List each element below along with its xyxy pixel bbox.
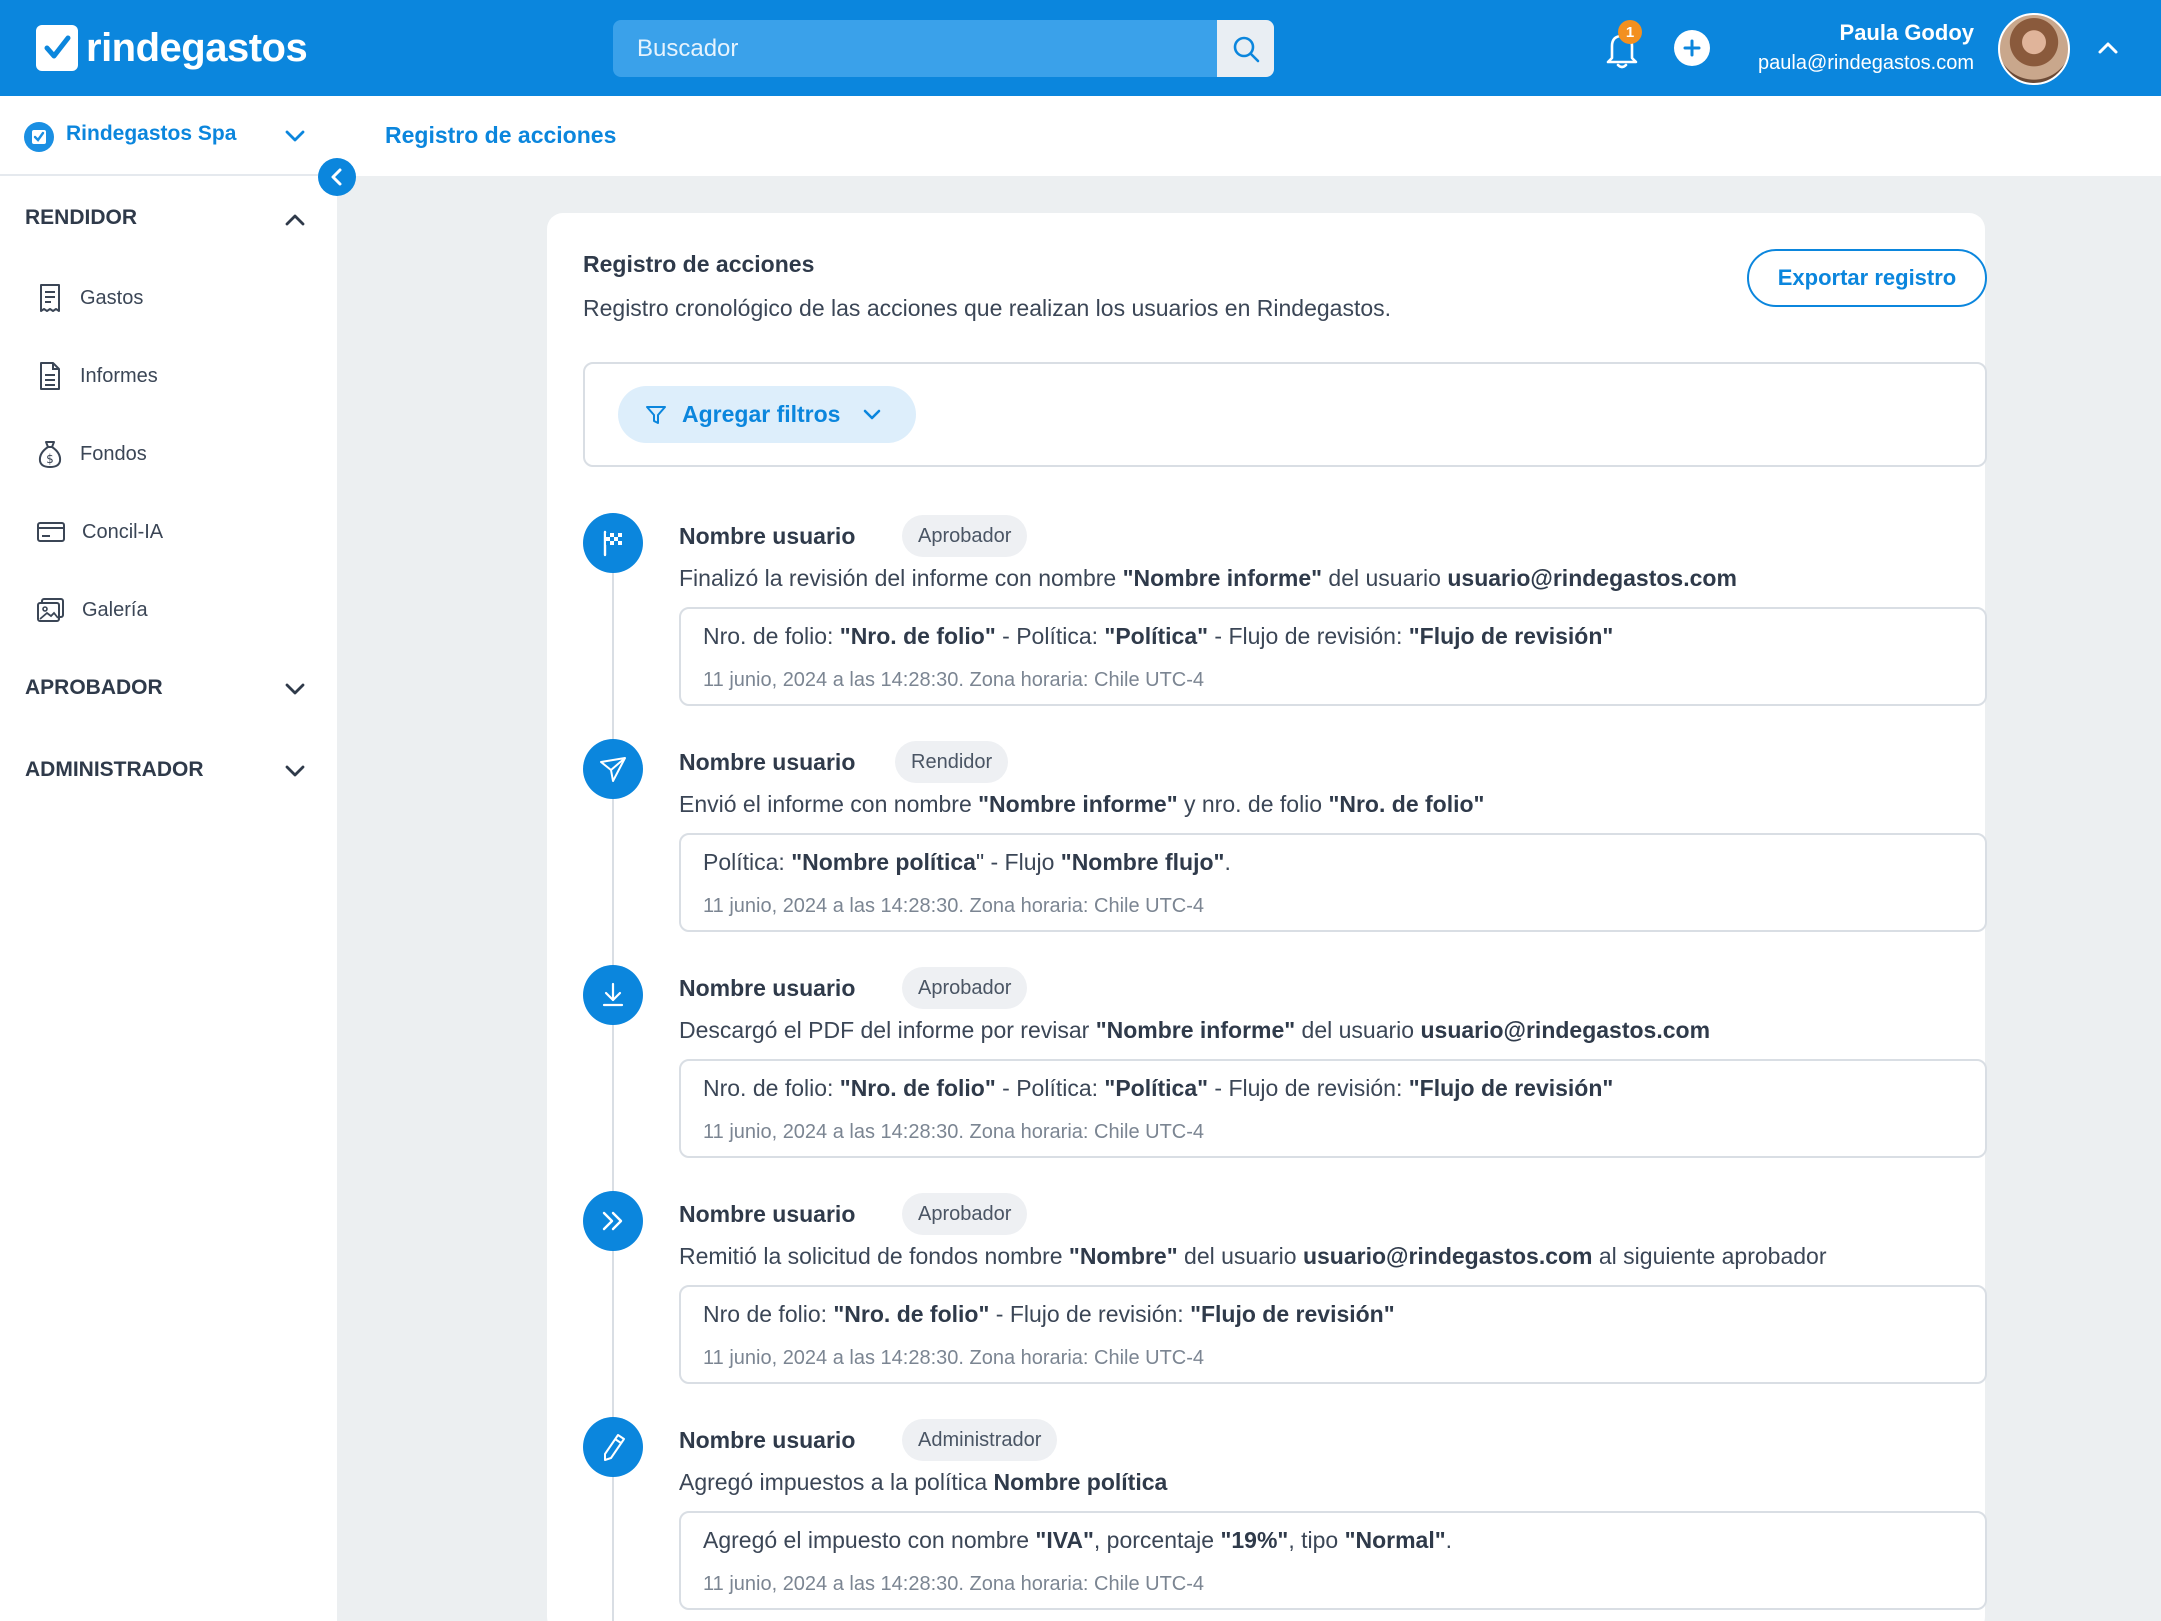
company-logo-icon: [24, 122, 54, 152]
entry-description: Agregó impuestos a la política Nombre po…: [679, 1469, 1168, 1495]
entry-user-name: Nombre usuario: [679, 523, 856, 549]
chevron-up-icon[interactable]: [2095, 36, 2121, 60]
section-aprobador[interactable]: APROBADOR: [25, 676, 163, 700]
export-button[interactable]: Exportar registro: [1747, 249, 1987, 307]
sidebar-item-gastos[interactable]: Gastos: [36, 278, 143, 318]
timeline-entry: Nombre usuario Aprobador Finalizó la revis…: [583, 513, 1987, 713]
double-chevron-right-icon: [583, 1191, 643, 1251]
sidebar-collapse-button[interactable]: [318, 158, 356, 196]
entry-user-name: Nombre usuario: [679, 749, 856, 775]
entry-user-name: Nombre usuario: [679, 975, 856, 1001]
entry-detail-box: Agregó el impuesto con nombre "IVA", por…: [679, 1511, 1987, 1610]
add-filters-label: Agregar filtros: [682, 401, 841, 427]
notification-badge: 1: [1618, 20, 1642, 44]
search-button[interactable]: [1217, 20, 1274, 77]
role-badge: Aprobador: [902, 1193, 1028, 1235]
activity-log-card: Registro de acciones Registro cronológic…: [547, 213, 1987, 1621]
page-header: Registro de acciones: [337, 96, 2161, 176]
entry-timestamp: 11 junio, 2024 a las 14:28:30. Zona hora…: [703, 1347, 1205, 1369]
add-filters-button[interactable]: Agregar filtros: [618, 386, 916, 443]
receipt-icon: [40, 284, 60, 312]
entry-detail: Nro de folio: "Nro. de folio" - Flujo de…: [703, 1301, 1395, 1327]
send-icon: [583, 739, 643, 799]
entry-description: Envió el informe con nombre "Nombre info…: [679, 791, 1485, 817]
sidebar-item-label: Concil-IA: [82, 520, 164, 543]
sidebar-item-concil-ia[interactable]: Concil-IA: [36, 512, 163, 552]
entry-detail: Nro. de folio: "Nro. de folio" - Polític…: [703, 1075, 1614, 1101]
sidebar-item-fondos[interactable]: $ Fondos: [36, 434, 147, 474]
entry-user-name: Nombre usuario: [679, 1427, 856, 1453]
timeline-entry: Nombre usuario Administrador Agregó impues…: [583, 1417, 1987, 1617]
entry-detail-box: Política: "Nombre política" - Flujo "Nom…: [679, 833, 1987, 932]
entry-detail: Política: "Nombre política" - Flujo "Nom…: [703, 849, 1231, 875]
chevron-down-icon[interactable]: [284, 761, 306, 781]
sidebar-item-label: Gastos: [80, 286, 144, 309]
entry-detail-box: Nro de folio: "Nro. de folio" - Flujo de…: [679, 1285, 1987, 1384]
plus-icon: [1683, 39, 1701, 57]
timeline-entry: Nombre usuario Aprobador Remitió la solici…: [583, 1191, 1987, 1391]
entry-timestamp: 11 junio, 2024 a las 14:28:30. Zona hora…: [703, 895, 1205, 917]
chevron-down-icon[interactable]: [284, 679, 306, 699]
search-icon: [1233, 36, 1259, 62]
add-button[interactable]: [1674, 30, 1710, 66]
entry-user-name: Nombre usuario: [679, 1201, 856, 1227]
entry-description: Finalizó la revisión del informe con nom…: [679, 565, 1737, 591]
section-administrador[interactable]: ADMINISTRADOR: [25, 758, 204, 782]
sidebar-item-label: Galería: [82, 598, 148, 621]
chevron-down-icon: [864, 409, 881, 419]
entry-description: Remitió la solicitud de fondos nombre "N…: [679, 1243, 1827, 1269]
search-input[interactable]: [613, 20, 1217, 77]
role-badge: Rendidor: [895, 741, 1009, 783]
company-selector[interactable]: Rindegastos Spa: [0, 96, 337, 176]
entry-detail-box: Nro. de folio: "Nro. de folio" - Polític…: [679, 1059, 1987, 1158]
top-bar: rindegastos 1 Paula Godoy paula@rindegas…: [0, 0, 2161, 96]
chevron-up-icon[interactable]: [284, 210, 306, 230]
document-icon: [40, 362, 60, 390]
logo-text: rindegastos: [86, 25, 308, 70]
money-bag-icon: $: [38, 441, 62, 469]
svg-text:$: $: [46, 452, 54, 466]
entry-timestamp: 11 junio, 2024 a las 14:28:30. Zona hora…: [703, 669, 1205, 691]
flag-icon: [583, 513, 643, 573]
credit-card-icon: [37, 522, 65, 542]
role-badge: Aprobador: [902, 967, 1028, 1009]
sidebar-item-galeria[interactable]: Galería: [36, 590, 148, 630]
app-logo[interactable]: rindegastos: [36, 22, 308, 74]
avatar[interactable]: [1998, 13, 2070, 85]
search-bar: [613, 20, 1274, 77]
card-subtitle: Registro cronológico de las acciones que…: [583, 295, 1392, 321]
gallery-icon: [37, 598, 64, 622]
filter-panel: Agregar filtros: [583, 362, 1987, 467]
role-badge: Aprobador: [902, 515, 1028, 557]
role-badge: Administrador: [902, 1419, 1058, 1461]
entry-description: Descargó el PDF del informe por revisar …: [679, 1017, 1711, 1043]
chevron-down-icon: [285, 130, 305, 142]
timeline-entry: Nombre usuario Aprobador Descargó el PDF d…: [583, 965, 1987, 1165]
chevron-left-icon: [331, 168, 342, 186]
entry-timestamp: 11 junio, 2024 a las 14:28:30. Zona hora…: [703, 1121, 1205, 1143]
user-email: paula@rindegastos.com: [1758, 52, 1974, 74]
company-name: Rindegastos Spa: [66, 122, 237, 145]
sidebar-item-informes[interactable]: Informes: [36, 356, 158, 396]
timeline-entry: Nombre usuario Rendidor Envió el informe c…: [583, 739, 1987, 939]
pencil-icon: [583, 1417, 643, 1477]
entry-timestamp: 11 junio, 2024 a las 14:28:30. Zona hora…: [703, 1573, 1205, 1595]
logo-check-icon: [36, 25, 78, 71]
entry-detail: Nro. de folio: "Nro. de folio" - Polític…: [703, 623, 1614, 649]
download-icon: [583, 965, 643, 1025]
filter-icon: [646, 405, 666, 424]
sidebar-item-label: Informes: [80, 364, 158, 387]
entry-detail-box: Nro. de folio: "Nro. de folio" - Polític…: [679, 607, 1987, 706]
card-title: Registro de acciones: [583, 251, 815, 277]
entry-detail: Agregó el impuesto con nombre "IVA", por…: [703, 1527, 1453, 1553]
breadcrumb[interactable]: Registro de acciones: [385, 122, 616, 149]
user-name: Paula Godoy: [1839, 20, 1974, 45]
section-rendidor[interactable]: RENDIDOR: [25, 206, 137, 230]
sidebar: Rindegastos Spa RENDIDOR Gastos Informes…: [0, 96, 337, 1621]
sidebar-item-label: Fondos: [80, 442, 147, 465]
